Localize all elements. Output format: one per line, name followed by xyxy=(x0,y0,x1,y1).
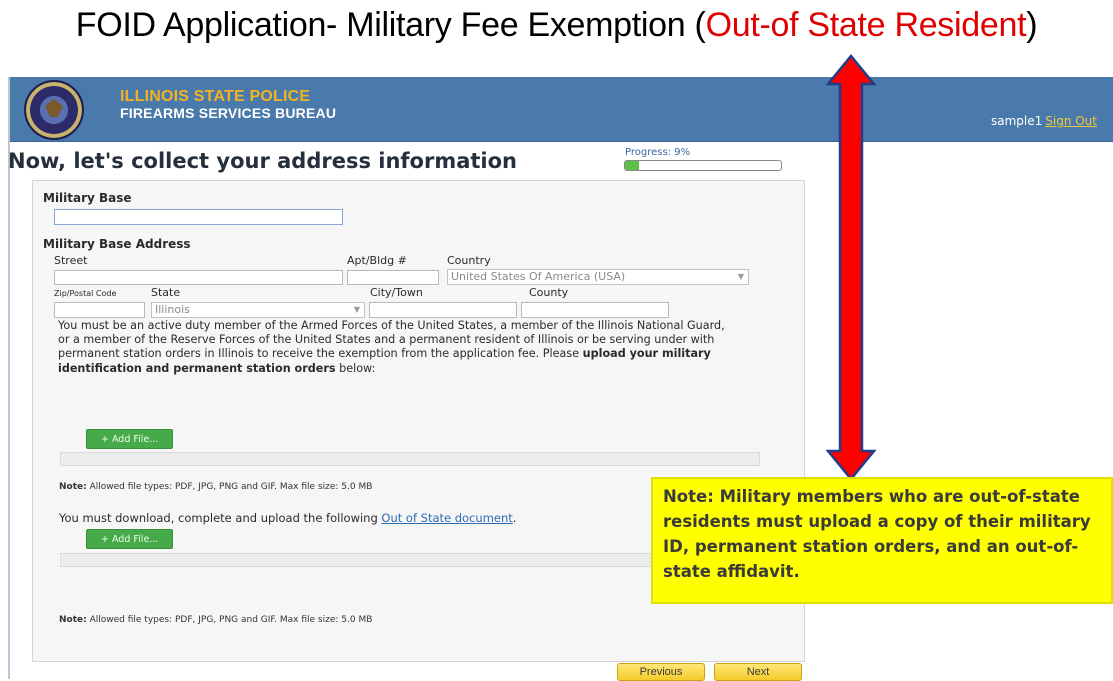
country-select[interactable]: United States Of America (USA) ▼ xyxy=(447,269,749,285)
progress-fill xyxy=(625,161,640,170)
apt-input[interactable] xyxy=(347,270,439,285)
sign-out-link[interactable]: Sign Out xyxy=(1045,114,1097,128)
progress-label: Progress: 9% xyxy=(625,147,691,158)
slide-title-prefix: FOID Application- Military Fee Exemption… xyxy=(75,6,706,44)
state-selected-value: Illinois xyxy=(155,303,190,316)
download-instructions: You must download, complete and upload t… xyxy=(59,511,516,525)
instructions-tail: below: xyxy=(335,361,376,375)
military-base-input[interactable] xyxy=(54,209,343,225)
previous-button[interactable]: Previous xyxy=(617,663,705,681)
agency-line2: FIREARMS SERVICES BUREAU xyxy=(120,105,337,121)
file-note-2: Note: Allowed file types: PDF, JPG, PNG … xyxy=(59,615,372,625)
user-area: sample1 Sign Out xyxy=(991,114,1097,128)
exemption-instructions: You must be an active duty member of the… xyxy=(58,319,738,376)
chevron-down-icon: ▼ xyxy=(353,305,360,314)
county-label: County xyxy=(529,286,569,299)
file-note-2-text: Allowed file types: PDF, JPG, PNG and GI… xyxy=(86,615,373,625)
military-base-label: Military Base xyxy=(43,191,132,205)
file-note-1-text: Allowed file types: PDF, JPG, PNG and GI… xyxy=(86,482,373,492)
city-input[interactable] xyxy=(369,302,517,318)
county-input[interactable] xyxy=(521,302,669,318)
username: sample1 xyxy=(990,114,1043,128)
arrow-shape xyxy=(826,54,876,481)
state-select[interactable]: Illinois ▼ xyxy=(151,302,365,318)
agency-name: ILLINOIS STATE POLICE FIREARMS SERVICES … xyxy=(120,88,336,122)
add-file-button-military-docs[interactable]: + Add File... xyxy=(86,429,174,449)
country-label: Country xyxy=(447,254,491,267)
file-list-military-docs xyxy=(60,452,760,466)
apt-label: Apt/Bldg # xyxy=(347,254,407,267)
street-input[interactable] xyxy=(54,270,343,285)
out-of-state-document-link[interactable]: Out of State document xyxy=(381,511,512,525)
zip-input[interactable] xyxy=(54,302,145,318)
slide-title-suffix: ) xyxy=(1026,6,1038,44)
slide-title: FOID Application- Military Fee Exemption… xyxy=(0,6,1113,45)
zip-label: Zip/Postal Code xyxy=(54,289,117,298)
state-label: State xyxy=(151,286,181,299)
state-police-seal-icon xyxy=(24,80,84,140)
agency-line1: ILLINOIS STATE POLICE xyxy=(120,88,311,105)
progress-bar xyxy=(624,160,782,171)
page-title: Now, let's collect your address informat… xyxy=(8,149,517,173)
file-note-1-label: Note: xyxy=(59,482,87,492)
add-file-button-out-of-state[interactable]: + Add File... xyxy=(86,529,174,549)
city-label: City/Town xyxy=(370,286,423,299)
next-button[interactable]: Next xyxy=(714,663,802,681)
eagle-icon xyxy=(45,99,63,117)
file-note-1: Note: Allowed file types: PDF, JPG, PNG … xyxy=(59,482,372,492)
header-banner: ILLINOIS STATE POLICE FIREARMS SERVICES … xyxy=(10,77,1113,142)
chevron-down-icon: ▼ xyxy=(737,272,744,281)
address-section-label: Military Base Address xyxy=(43,237,191,251)
double-arrow-icon xyxy=(826,54,876,481)
download-text: You must download, complete and upload t… xyxy=(59,511,382,525)
file-note-2-label: Note: xyxy=(59,615,87,625)
country-selected-value: United States Of America (USA) xyxy=(451,270,626,283)
slide-title-highlight: Out-of State Resident xyxy=(705,6,1027,44)
street-label: Street xyxy=(54,254,88,267)
callout-note: Note: Military members who are out-of-st… xyxy=(651,477,1113,604)
download-tail: . xyxy=(512,511,517,525)
